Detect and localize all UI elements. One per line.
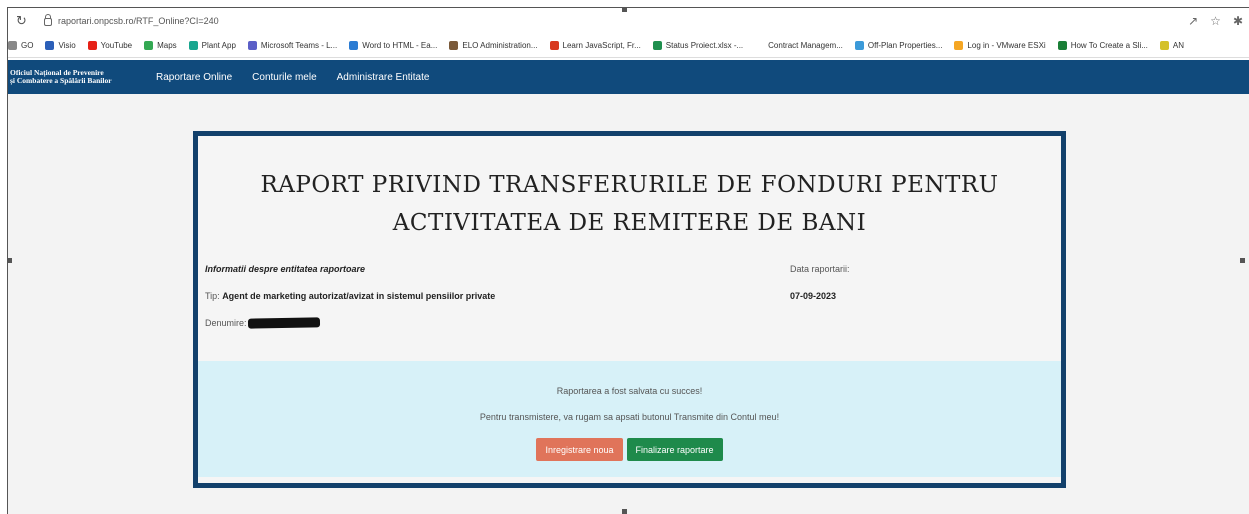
bookmark-favicon-icon [144,41,154,50]
bookmarks-bar: GO Visio YouTube Maps Plant App Microsoft Tea… [8,34,1249,58]
bookmark-label: YouTube [100,41,133,50]
resize-handle-top[interactable] [622,7,627,12]
address-bar-actions: ↗ ☆ ✱ [1188,14,1243,28]
bookmark-item[interactable]: Log in - VMware ESXi [954,41,1046,50]
bookmark-item[interactable]: ELO Administration... [449,41,538,50]
nav-link-raportare-online[interactable]: Raportare Online [156,72,232,83]
redacted-entity-name [247,317,320,329]
bookmark-favicon-icon [8,41,17,50]
bookmark-favicon-icon [1057,41,1067,50]
bookmark-label: Contract Managem... [768,41,843,50]
reload-icon[interactable]: ↻ [16,13,30,29]
bookmark-favicon-icon [854,41,864,50]
bookmark-item[interactable]: Off-Plan Properties... [854,41,943,50]
bookmark-item[interactable]: YouTube [87,41,133,50]
bookmark-label: Status Proiect.xlsx -... [665,41,744,50]
bookmark-favicon-icon [755,41,765,50]
bookmark-label: Visio [58,41,76,50]
report-date-value: 07-09-2023 [790,291,837,301]
finalize-report-button[interactable]: Finalizare raportare [626,438,723,461]
bookmark-label: Maps [157,41,177,50]
bookmark-label: How To Create a Sli... [1070,41,1148,50]
bookmark-item[interactable]: Microsoft Teams - L... [247,41,338,50]
site-navbar: Oficiul Național de Prevenire și Combate… [8,60,1249,94]
bookmark-label: Log in - VMware ESXi [967,41,1046,50]
bookmark-label: AN [1172,41,1185,50]
bookmark-item[interactable]: Learn JavaScript, Fr... [549,41,641,50]
bookmark-favicon-icon [449,41,459,50]
page-title: RAPORT PRIVIND TRANSFERURILE DE FONDURI … [260,172,999,236]
entity-name: Denumire: [205,317,320,329]
share-icon[interactable]: ↗ [1188,14,1198,28]
resize-handle-bottom[interactable] [622,509,627,514]
alert-actions: Inregistrare noua Finalizare raportare [198,438,1061,461]
bookmark-label: GO [21,41,34,50]
brand-logo[interactable]: Oficiul Național de Prevenire și Combate… [8,69,138,85]
lock-icon[interactable] [44,14,52,26]
bookmark-item[interactable]: Maps [144,41,177,50]
bookmark-item[interactable]: Visio [45,41,76,50]
bookmark-item[interactable]: AN [1159,41,1185,50]
bookmark-favicon-icon [349,41,359,50]
entity-info-heading: Informatii despre entitatea raportoare [205,264,366,274]
bookmark-favicon-icon [188,41,198,50]
nav-link-administrare-entitate[interactable]: Administrare Entitate [337,72,430,83]
bookmark-label: Microsoft Teams - L... [260,41,338,50]
bookmark-label: Word to HTML - Ea... [362,41,438,50]
nav-link-conturile-mele[interactable]: Conturile mele [252,72,316,83]
page-content: RAPORT PRIVIND TRANSFERURILE DE FONDURI … [8,94,1249,514]
bookmark-favicon-icon [652,41,662,50]
entity-type-label: Tip: [205,291,220,301]
report-date-label: Data raportarii: [790,264,850,274]
brand-line-2: și Combatere a Spălării Banilor [10,76,112,85]
bookmark-item[interactable]: Contract Managem... [755,41,843,50]
bookmark-favicon-icon [1159,41,1169,50]
bookmark-label: ELO Administration... [462,41,538,50]
extensions-icon[interactable]: ✱ [1233,14,1243,28]
bookmark-item[interactable]: Plant App [188,41,236,50]
bookmark-favicon-icon [549,41,559,50]
address-bar: ↻ raportari.onpcsb.ro/RTF_Online?CI=240 … [8,8,1249,34]
bookmark-favicon-icon [87,41,97,50]
bookmark-item[interactable]: GO [8,41,33,50]
success-alert: Raportarea a fost salvata cu succes! Pen… [198,361,1061,477]
resize-handle-left[interactable] [7,258,12,263]
url-field[interactable]: raportari.onpcsb.ro/RTF_Online?CI=240 [58,16,219,26]
entity-name-label: Denumire: [205,318,247,328]
bookmark-favicon-icon [247,41,257,50]
bookmark-label: Off-Plan Properties... [867,41,943,50]
entity-type: Tip: Agent de marketing autorizat/avizat… [205,291,495,301]
entity-type-value: Agent de marketing autorizat/avizat in s… [222,291,496,301]
instruction-message: Pentru transmistere, va rugam sa apsati … [479,412,780,422]
bookmark-item[interactable]: How To Create a Sli... [1057,41,1148,50]
bookmark-label: Learn JavaScript, Fr... [562,41,641,50]
resize-handle-right[interactable] [1240,258,1245,263]
bookmark-item[interactable]: Status Proiect.xlsx -... [652,41,744,50]
report-card: RAPORT PRIVIND TRANSFERURILE DE FONDURI … [193,131,1066,488]
bookmark-favicon-icon [45,41,55,50]
star-icon[interactable]: ☆ [1210,14,1221,28]
success-message: Raportarea a fost salvata cu succes! [556,386,703,396]
bookmark-label: Plant App [201,41,236,50]
bookmark-favicon-icon [954,41,964,50]
new-registration-button[interactable]: Inregistrare noua [536,438,623,461]
bookmark-item[interactable]: Word to HTML - Ea... [349,41,437,50]
